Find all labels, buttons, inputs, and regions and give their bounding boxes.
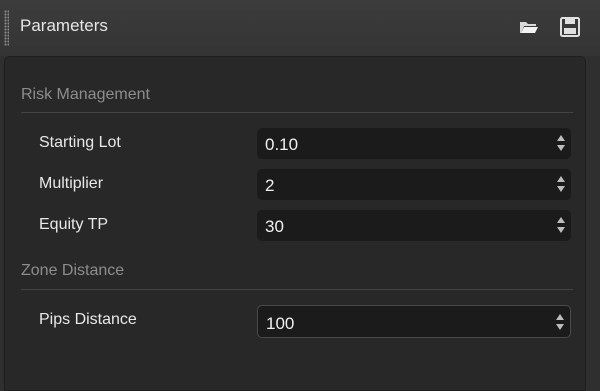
- label-equity-tp: Equity TP: [39, 216, 109, 233]
- equity-tp-input[interactable]: 30: [257, 210, 571, 241]
- section-title-zone-distance: Zone Distance: [21, 262, 125, 279]
- folder-open-icon[interactable]: [518, 16, 540, 38]
- label-starting-lot: Starting Lot: [39, 134, 121, 151]
- pips-distance-input[interactable]: 100: [257, 305, 571, 338]
- label-multiplier: Multiplier: [39, 175, 104, 192]
- label-pips-distance: Pips Distance: [39, 311, 137, 328]
- parameters-body: Risk Management Starting Lot 0.10 Multip…: [4, 56, 586, 391]
- panel-header: Parameters: [0, 0, 600, 56]
- multiplier-input[interactable]: 2: [257, 169, 571, 200]
- starting-lot-value: 0.10: [265, 135, 299, 154]
- parameters-panel: Parameters Risk Management Starting Lot …: [0, 0, 600, 391]
- equity-tp-value: 30: [265, 217, 284, 236]
- stepper-arrows-icon[interactable]: [556, 173, 566, 195]
- stepper-arrows-icon[interactable]: [556, 132, 566, 154]
- section-divider: [21, 112, 573, 113]
- starting-lot-input[interactable]: 0.10: [257, 128, 571, 159]
- pips-distance-value: 100: [266, 314, 295, 333]
- stepper-arrows-icon[interactable]: [555, 311, 565, 333]
- stepper-arrows-icon[interactable]: [556, 214, 566, 236]
- drag-handle-icon[interactable]: [4, 10, 9, 46]
- panel-title: Parameters: [20, 16, 108, 35]
- section-divider: [21, 289, 573, 290]
- section-title-risk-management: Risk Management: [21, 86, 150, 103]
- multiplier-value: 2: [265, 176, 275, 195]
- save-icon[interactable]: [559, 16, 581, 38]
